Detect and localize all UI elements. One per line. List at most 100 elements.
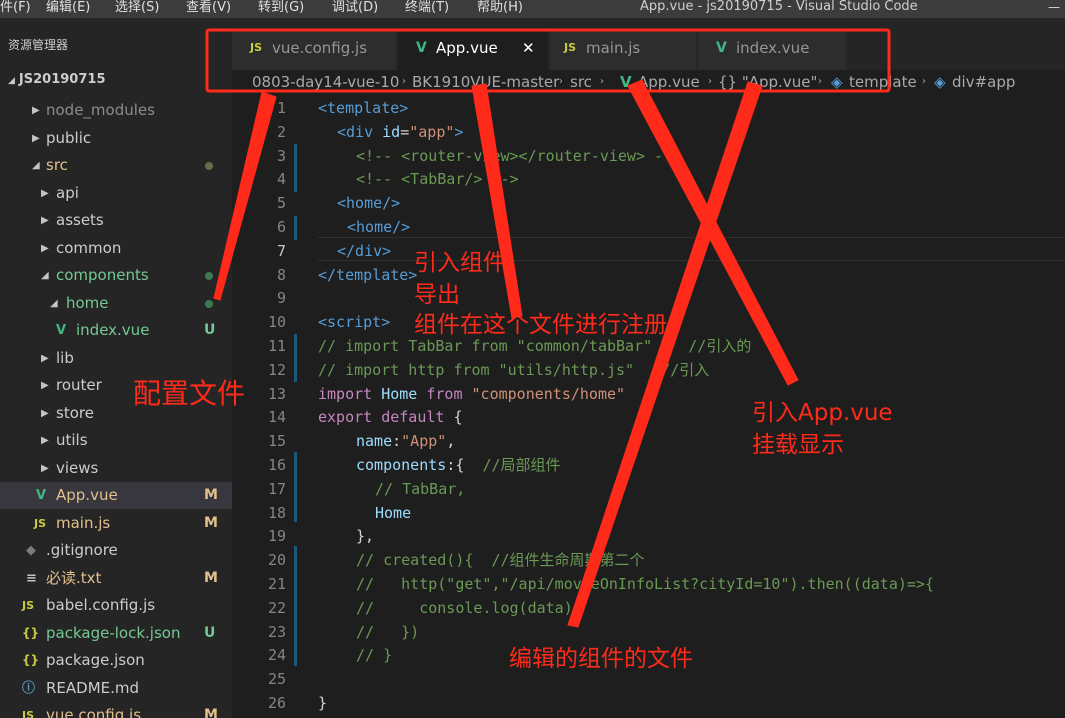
code-editor[interactable]: 1 2 3 4 5 6 7 8 9 10 11 12 13 14 15 16 1…: [232, 94, 1065, 718]
breadcrumb-item[interactable]: BK1910VUE-master: [412, 70, 559, 94]
chevron-right-icon: ›: [708, 76, 712, 87]
code-token: :{: [446, 456, 483, 474]
chevron-right-icon: ›: [818, 76, 822, 87]
tab-vue-config-js[interactable]: JS vue.config.js: [232, 30, 396, 70]
tab-app-vue[interactable]: V App.vue ✕: [398, 30, 548, 70]
git-status-badge: M: [204, 487, 218, 503]
code-token: >: [454, 122, 464, 141]
tree-item-lib[interactable]: ▶ lib: [0, 345, 232, 372]
tree-item-vue-config[interactable]: JS vue.config.js M: [0, 702, 232, 718]
line-number: 15: [267, 432, 286, 451]
tree-item-readme-md[interactable]: ⓘ README.md: [0, 675, 232, 702]
tree-item-home[interactable]: ◢ home: [0, 290, 232, 317]
tree-item-package-lock[interactable]: {} package-lock.json U: [0, 620, 232, 647]
menu-terminal[interactable]: 终端(T): [405, 0, 449, 16]
menu-selection[interactable]: 选择(S): [115, 0, 159, 16]
code-token: =: [400, 122, 410, 141]
code-line: // }): [356, 622, 420, 641]
tree-item-main-js[interactable]: JS main.js M: [0, 510, 232, 537]
tree-item-common[interactable]: ▶ common: [0, 235, 232, 262]
breadcrumb-item[interactable]: 0803-day14-vue-10: [252, 70, 399, 94]
tree-item-views[interactable]: ▶ views: [0, 455, 232, 482]
breadcrumb-item[interactable]: div#app: [952, 70, 1015, 94]
tab-index-vue[interactable]: V index.vue: [698, 30, 846, 70]
git-change-bar: [294, 334, 297, 382]
json-file-icon: {}: [22, 626, 40, 640]
tree-item-node-modules[interactable]: ▶ node_modules: [0, 97, 232, 124]
breadcrumb-item[interactable]: src: [570, 70, 592, 94]
tree-item-app-vue[interactable]: V App.vue M: [0, 482, 232, 509]
line-number: 17: [267, 479, 286, 498]
line-number: 2: [276, 122, 286, 141]
tree-item-public[interactable]: ▶ public: [0, 125, 232, 152]
line-number: 1: [276, 99, 286, 117]
code-line: </template>: [318, 265, 418, 284]
code-line: // TabBar,: [375, 479, 466, 498]
tab-label: main.js: [586, 39, 641, 57]
code-line: // console.log(data);: [356, 598, 582, 617]
tree-item-label: package.json: [46, 651, 145, 669]
project-folder[interactable]: ◢ JS20190715: [8, 72, 106, 87]
chevron-right-icon: ›: [559, 76, 563, 87]
annotation-app-register: 组件在这个文件进行注册: [414, 312, 667, 338]
vue-file-icon: V: [416, 40, 427, 56]
menu-file[interactable]: 件(F): [0, 0, 31, 16]
tree-item-package-json[interactable]: {} package.json: [0, 647, 232, 674]
breadcrumb-item[interactable]: {} "App.vue": [718, 70, 817, 94]
tree-item-label: 必读.txt: [46, 569, 102, 587]
tree-item-label: components: [56, 266, 149, 284]
menu-edit[interactable]: 编辑(E): [46, 0, 90, 16]
tree-item-index-vue[interactable]: Vindex.vue U: [0, 317, 232, 344]
line-number: 18: [267, 503, 286, 522]
breadcrumb-item[interactable]: template: [849, 70, 917, 94]
tree-item-api[interactable]: ▶ api: [0, 180, 232, 207]
line-number: 25: [267, 670, 286, 689]
tree-item-src[interactable]: ◢ src: [0, 152, 232, 179]
code-line: <home/>: [347, 218, 411, 236]
close-icon[interactable]: ✕: [522, 30, 535, 66]
tree-item-components[interactable]: ◢ components: [0, 262, 232, 289]
tree-item-label: utils: [56, 431, 88, 449]
js-file-icon: JS: [34, 517, 47, 530]
tree-item-label: .gitignore: [46, 541, 118, 559]
vue-file-icon: V: [620, 73, 632, 91]
menu-debug[interactable]: 调试(D): [332, 0, 378, 16]
line-number: 5: [276, 194, 286, 213]
chevron-right-icon: ▶: [41, 353, 49, 364]
menu-help[interactable]: 帮助(H): [477, 0, 523, 16]
chevron-right-icon: ▶: [32, 133, 40, 144]
annotation-main-import: 引入App.vue: [752, 400, 893, 426]
code-token: :: [392, 432, 402, 451]
line-number: 7: [276, 241, 286, 260]
tree-item-assets[interactable]: ▶ assets: [0, 207, 232, 234]
js-file-icon: JS: [250, 41, 263, 54]
chevron-right-icon: ▶: [41, 435, 49, 446]
annotation-config-file: 配置文件: [133, 377, 246, 410]
tree-item-readme-txt[interactable]: ≡ 必读.txt M: [0, 565, 232, 592]
git-status-badge: M: [204, 570, 218, 586]
tree-item-babel-config[interactable]: JS babel.config.js: [0, 592, 232, 619]
tab-main-js[interactable]: JS main.js: [550, 30, 696, 70]
line-number: 4: [276, 170, 286, 189]
js-file-icon: JS: [564, 41, 577, 54]
code-token: "App": [401, 432, 447, 451]
menu-go[interactable]: 转到(G): [258, 0, 304, 16]
untracked-dot-icon: [205, 300, 213, 308]
line-number: 16: [267, 456, 286, 474]
tree-item-label: node_modules: [46, 101, 155, 119]
menu-view[interactable]: 查看(V): [186, 0, 231, 16]
tree-item-label: views: [56, 459, 99, 477]
line-number: 3: [276, 146, 286, 165]
minimize-icon[interactable]: —: [1048, 0, 1060, 14]
tree-item-utils[interactable]: ▶ utils: [0, 427, 232, 454]
code-line: // import http from "utils/http.js" //引入: [318, 360, 710, 379]
code-token: export default: [318, 408, 454, 427]
breadcrumb-item[interactable]: App.vue: [638, 70, 700, 94]
text-file-icon: ≡: [26, 571, 37, 586]
chevron-right-icon: ▶: [41, 243, 49, 254]
js-file-icon: JS: [22, 709, 35, 718]
cube-icon: ◈: [831, 73, 843, 91]
chevron-down-icon: ◢: [8, 76, 15, 86]
tree-item-gitignore[interactable]: ◆ .gitignore: [0, 537, 232, 564]
code-line: <script>: [318, 313, 391, 332]
